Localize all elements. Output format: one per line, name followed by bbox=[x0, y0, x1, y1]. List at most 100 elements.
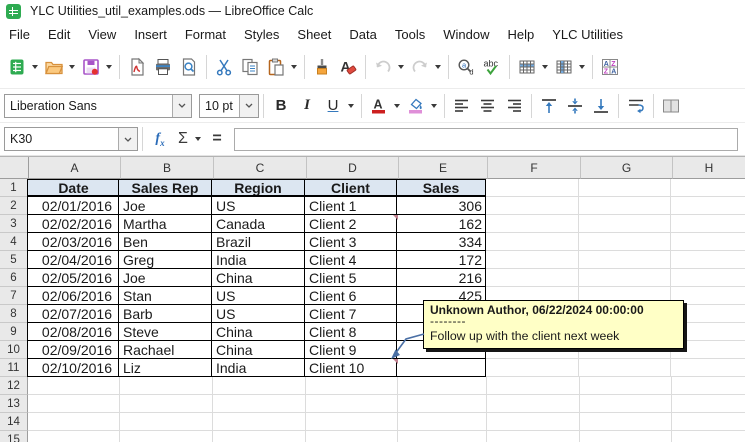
row-header-15[interactable]: 15 bbox=[0, 431, 28, 442]
cell-F14[interactable] bbox=[487, 413, 580, 431]
cell-C8[interactable]: US bbox=[212, 305, 305, 323]
italic-button[interactable]: I bbox=[294, 91, 320, 121]
cell-D12[interactable] bbox=[306, 377, 398, 395]
cell-F11[interactable] bbox=[486, 359, 579, 377]
cell-D5[interactable]: Client 4 bbox=[305, 251, 397, 269]
cell-A7[interactable]: 02/06/2016 bbox=[27, 287, 119, 305]
align-center-button[interactable] bbox=[475, 91, 501, 121]
cell-H4[interactable] bbox=[671, 233, 745, 251]
cell-A13[interactable] bbox=[28, 395, 120, 413]
cell-G15[interactable] bbox=[580, 431, 672, 442]
insert-row-button[interactable] bbox=[514, 52, 540, 82]
underline-button[interactable]: U bbox=[320, 91, 346, 121]
save-dropdown-caret[interactable] bbox=[106, 65, 112, 69]
insert-column-dropdown-caret[interactable] bbox=[579, 65, 585, 69]
row-header-14[interactable]: 14 bbox=[0, 413, 28, 431]
align-top-button[interactable] bbox=[536, 91, 562, 121]
column-header-G[interactable]: G bbox=[581, 157, 673, 179]
row-header-6[interactable]: 6 bbox=[0, 269, 28, 287]
cell-G13[interactable] bbox=[580, 395, 672, 413]
cell-A6[interactable]: 02/05/2016 bbox=[27, 269, 119, 287]
open-button[interactable] bbox=[41, 52, 67, 82]
cell-B11[interactable]: Liz bbox=[119, 359, 212, 377]
cell-B1[interactable]: Sales Rep bbox=[119, 179, 212, 197]
cell-E6[interactable]: 216 bbox=[397, 269, 486, 287]
new-document-dropdown-caret[interactable] bbox=[32, 65, 38, 69]
font-color-dropdown-caret[interactable] bbox=[394, 104, 400, 108]
cell-G2[interactable] bbox=[579, 197, 671, 215]
cell-A5[interactable]: 02/04/2016 bbox=[27, 251, 119, 269]
sort-button[interactable]: AZZA bbox=[597, 52, 623, 82]
align-right-button[interactable] bbox=[501, 91, 527, 121]
font-name-dropdown[interactable] bbox=[172, 95, 191, 117]
menu-view[interactable]: View bbox=[79, 24, 125, 45]
row-header-2[interactable]: 2 bbox=[0, 197, 28, 215]
cell-C12[interactable] bbox=[213, 377, 306, 395]
cell-B6[interactable]: Joe bbox=[119, 269, 212, 287]
column-header-F[interactable]: F bbox=[488, 157, 581, 179]
menu-data[interactable]: Data bbox=[340, 24, 385, 45]
menu-tools[interactable]: Tools bbox=[386, 24, 434, 45]
row-header-13[interactable]: 13 bbox=[0, 395, 28, 413]
font-name-select[interactable]: Liberation Sans bbox=[4, 94, 192, 118]
cell-D2[interactable]: Client 1 bbox=[305, 197, 397, 215]
cell-F15[interactable] bbox=[487, 431, 580, 442]
cell-D15[interactable] bbox=[306, 431, 398, 442]
cell-C9[interactable]: China bbox=[212, 323, 305, 341]
cell-H3[interactable] bbox=[671, 215, 745, 233]
insert-row-dropdown-caret[interactable] bbox=[542, 65, 548, 69]
cell-C2[interactable]: US bbox=[212, 197, 305, 215]
cell-A11[interactable]: 02/10/2016 bbox=[27, 359, 119, 377]
paste-button[interactable] bbox=[263, 52, 289, 82]
cell-B4[interactable]: Ben bbox=[119, 233, 212, 251]
cell-B8[interactable]: Barb bbox=[119, 305, 212, 323]
cell-D6[interactable]: Client 5 bbox=[305, 269, 397, 287]
cell-E12[interactable] bbox=[398, 377, 487, 395]
align-left-button[interactable] bbox=[449, 91, 475, 121]
column-header-H[interactable]: H bbox=[673, 157, 745, 179]
clone-formatting-button[interactable] bbox=[309, 52, 335, 82]
cell-H2[interactable] bbox=[671, 197, 745, 215]
menu-format[interactable]: Format bbox=[176, 24, 235, 45]
highlight-color-button[interactable] bbox=[403, 91, 429, 121]
cell-A10[interactable]: 02/09/2016 bbox=[27, 341, 119, 359]
copy-button[interactable] bbox=[237, 52, 263, 82]
cell-E1[interactable]: Sales bbox=[397, 179, 486, 197]
cell-C11[interactable]: India bbox=[212, 359, 305, 377]
cell-C15[interactable] bbox=[213, 431, 306, 442]
cell-A8[interactable]: 02/07/2016 bbox=[27, 305, 119, 323]
spelling-button[interactable]: abc bbox=[479, 52, 505, 82]
name-box-dropdown[interactable] bbox=[118, 128, 137, 150]
cell-G12[interactable] bbox=[580, 377, 672, 395]
cell-B7[interactable]: Stan bbox=[119, 287, 212, 305]
column-header-E[interactable]: E bbox=[399, 157, 488, 179]
column-header-A[interactable]: A bbox=[29, 157, 121, 179]
cell-D1[interactable]: Client bbox=[305, 179, 397, 197]
cell-H6[interactable] bbox=[671, 269, 745, 287]
column-header-D[interactable]: D bbox=[307, 157, 399, 179]
cell-D14[interactable] bbox=[306, 413, 398, 431]
cell-A2[interactable]: 02/01/2016 bbox=[27, 197, 119, 215]
menu-ylc-utilities[interactable]: YLC Utilities bbox=[543, 24, 632, 45]
new-document-button[interactable] bbox=[4, 52, 30, 82]
row-header-10[interactable]: 10 bbox=[0, 341, 28, 359]
redo-dropdown-caret[interactable] bbox=[435, 65, 441, 69]
open-dropdown-caret[interactable] bbox=[69, 65, 75, 69]
row-header-9[interactable]: 9 bbox=[0, 323, 28, 341]
center-vertically-button[interactable] bbox=[562, 91, 588, 121]
cell-D4[interactable]: Client 3 bbox=[305, 233, 397, 251]
cell-E14[interactable] bbox=[398, 413, 487, 431]
cell-E2[interactable]: 306 bbox=[397, 197, 486, 215]
row-header-3[interactable]: 3 bbox=[0, 215, 28, 233]
cell-D13[interactable] bbox=[306, 395, 398, 413]
cell-A9[interactable]: 02/08/2016 bbox=[27, 323, 119, 341]
cell-A14[interactable] bbox=[28, 413, 120, 431]
cell-H13[interactable] bbox=[672, 395, 745, 413]
save-button[interactable] bbox=[78, 52, 104, 82]
underline-dropdown-caret[interactable] bbox=[348, 104, 354, 108]
cell-F6[interactable] bbox=[486, 269, 579, 287]
menu-styles[interactable]: Styles bbox=[235, 24, 288, 45]
cell-F4[interactable] bbox=[486, 233, 579, 251]
insert-column-button[interactable] bbox=[551, 52, 577, 82]
cell-G14[interactable] bbox=[580, 413, 672, 431]
